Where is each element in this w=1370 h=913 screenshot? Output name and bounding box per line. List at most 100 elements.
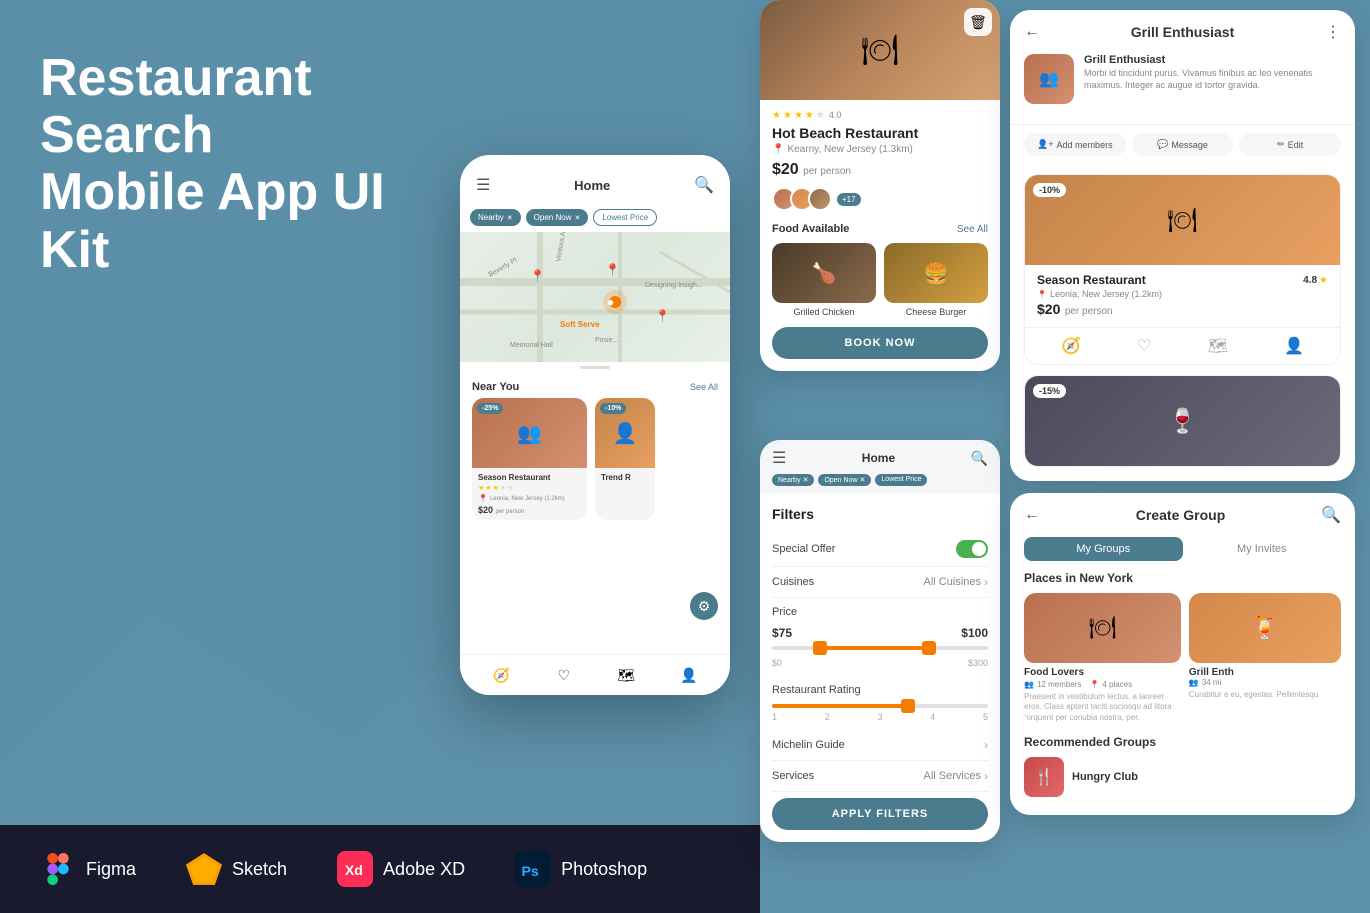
- grill-item-text: Grill Enthusiast Morbi id tincidunt puru…: [1084, 54, 1341, 104]
- food2-name: Cheese Burger: [884, 307, 988, 317]
- grill-panel-header: ← Grill Enthusiast ⋮: [1010, 10, 1355, 54]
- card1-name: Season Restaurant: [478, 473, 581, 482]
- price-thumb-right[interactable]: [922, 641, 936, 655]
- place1-desc: Praesent in vestibulum lectus, a laoreet…: [1024, 692, 1181, 723]
- rating-section: Restaurant Rating 1 2 3 4 5: [772, 676, 988, 730]
- nav-map[interactable]: 🗺: [616, 665, 636, 685]
- sketch-icon: [186, 851, 222, 887]
- search-icon[interactable]: 🔍: [694, 175, 714, 195]
- svg-text:Beverly Pl: Beverly Pl: [488, 257, 519, 279]
- food-section: Food Available See All 🍗 Grilled Chicken: [772, 223, 988, 317]
- lowest-price-filter[interactable]: Lowest Price: [875, 474, 927, 486]
- special-offer-label: Special Offer: [772, 543, 835, 555]
- services-value: All Services ›: [924, 769, 988, 783]
- near-you-see-all[interactable]: See All: [690, 382, 718, 392]
- filters-phone-top: ☰ Home 🔍 Nearby ✕ Open Now ✕ Lowest Pric…: [760, 440, 1000, 494]
- svg-text:Ventura Ave: Ventura Ave: [555, 232, 568, 262]
- nearby-tag[interactable]: Nearby ✕: [470, 209, 521, 226]
- cuisines-row[interactable]: Cuisines All Cuisines ›: [772, 567, 988, 598]
- hamburger-icon: ☰: [476, 175, 490, 195]
- svg-text:Memorial Hall: Memorial Hall: [510, 342, 553, 349]
- price-values: $75 $100: [772, 626, 988, 640]
- place1-meta: 👥 12 members 📍 4 places: [1024, 680, 1181, 689]
- range-labels: $0 $300: [772, 658, 988, 668]
- detail-per-person: per person: [803, 166, 851, 177]
- place1-image: 🍽: [1024, 593, 1181, 663]
- services-label: Services: [772, 770, 814, 782]
- edit-button[interactable]: ✏ Edit: [1239, 133, 1341, 156]
- group-search-icon[interactable]: 🔍: [1321, 505, 1341, 525]
- hero-title: Restaurant SearchMobile App UI Kit: [40, 50, 460, 279]
- trash-icon[interactable]: 🗑: [964, 8, 992, 36]
- grill-more-icon[interactable]: ⋮: [1325, 22, 1341, 42]
- rating-fill: [772, 704, 912, 708]
- apply-filters-button[interactable]: APPLY FILTERS: [772, 798, 988, 830]
- grill-item-desc: Morbi id tincidunt purus. Vivamus finibu…: [1084, 68, 1341, 91]
- filters-search-icon[interactable]: 🔍: [971, 450, 988, 467]
- svg-text:Posie...: Posie...: [595, 337, 618, 344]
- group-header: ← Create Group 🔍: [1010, 493, 1355, 537]
- add-members-button[interactable]: 👤+ Add members: [1024, 133, 1126, 156]
- lowest-price-tag[interactable]: Lowest Price: [593, 209, 657, 226]
- card1-nav-map[interactable]: 🗺: [1208, 336, 1228, 356]
- grill-rest-card2-image: 🍷 -15%: [1025, 376, 1340, 466]
- tab-my-groups[interactable]: My Groups: [1024, 537, 1183, 561]
- svg-text:📍: 📍: [655, 309, 670, 323]
- price-range-fill: [815, 646, 934, 650]
- grill-actions: 👤+ Add members 💬 Message ✏ Edit: [1010, 124, 1355, 164]
- tool-xd: Xd Adobe XD: [337, 851, 465, 887]
- food-grid: 🍗 Grilled Chicken 🍔 Cheese Burger: [772, 243, 988, 317]
- card1-nav-profile[interactable]: 👤: [1284, 336, 1304, 356]
- group-back-icon[interactable]: ←: [1024, 506, 1040, 524]
- detail-restaurant-image: 🍽 🗑: [760, 0, 1000, 100]
- cuisines-value: All Cuisines ›: [924, 575, 988, 589]
- detail-avatars: +17: [772, 187, 988, 211]
- grill-back-icon[interactable]: ←: [1024, 23, 1040, 41]
- rec-item-1: 🍴 Hungry Club: [1024, 757, 1341, 797]
- card2-image: 👤 -10%: [595, 398, 655, 468]
- special-offer-toggle[interactable]: [956, 540, 988, 558]
- food2-image: 🍔: [884, 243, 988, 303]
- figma-icon: [40, 851, 76, 887]
- grill-card1-nav: 🧭 ♡ 🗺 👤: [1025, 327, 1340, 364]
- place2-members: 👥 34 mi: [1189, 678, 1341, 687]
- card2-discount: -10%: [600, 403, 626, 414]
- recommended-title: Recommended Groups: [1024, 735, 1341, 749]
- tool-photoshop: Ps Photoshop: [515, 851, 647, 887]
- nav-favorites[interactable]: ♡: [554, 665, 574, 685]
- rating-nums: 1 2 3 4 5: [772, 712, 988, 722]
- card2-name: Trend R: [601, 473, 649, 482]
- detail-panel-wrapper: 🍽 🗑 ★ ★ ★ ★ ★ 4.0 Hot Beach Restaurant 📍…: [760, 0, 1010, 430]
- svg-text:●: ●: [607, 295, 614, 309]
- detail-location: 📍 Kearny, New Jersey (1.3km): [772, 144, 988, 155]
- michelin-row[interactable]: Michelin Guide ›: [772, 730, 988, 761]
- book-now-button[interactable]: BOOK NOW: [772, 327, 988, 359]
- nav-explore[interactable]: 🧭: [491, 665, 511, 685]
- nearby-filter[interactable]: Nearby ✕: [772, 474, 814, 486]
- grill-panel: ← Grill Enthusiast ⋮ 👥 Grill Enthusiast …: [1010, 10, 1355, 481]
- card1-nav-explore[interactable]: 🧭: [1061, 336, 1081, 356]
- grill-card1-name: Season Restaurant: [1037, 273, 1146, 287]
- open-now-filter[interactable]: Open Now ✕: [818, 474, 871, 486]
- rating-thumb[interactable]: [901, 699, 915, 713]
- nav-profile[interactable]: 👤: [679, 665, 699, 685]
- phone-mockup-container: ☰ Home 🔍 Nearby ✕ Open Now ✕ Lowest Pric…: [460, 155, 730, 695]
- sketch-label: Sketch: [232, 859, 287, 880]
- grill-card1-price: $20 per person: [1037, 301, 1328, 319]
- nearby-card-2: 👤 -10% Trend R: [595, 398, 655, 520]
- open-now-tag[interactable]: Open Now ✕: [526, 209, 589, 226]
- detail-name: Hot Beach Restaurant: [772, 125, 988, 141]
- food-see-all[interactable]: See All: [957, 224, 988, 235]
- card1-nav-heart[interactable]: ♡: [1137, 336, 1151, 356]
- price-thumb-left[interactable]: [813, 641, 827, 655]
- services-row[interactable]: Services All Services ›: [772, 761, 988, 792]
- cuisines-label: Cuisines: [772, 576, 814, 588]
- message-button[interactable]: 💬 Message: [1132, 133, 1234, 156]
- detail-price: $20: [772, 161, 799, 178]
- tab-my-invites[interactable]: My Invites: [1183, 537, 1342, 561]
- michelin-chevron: ›: [984, 738, 988, 752]
- grill-card1-body: Season Restaurant 4.8 ★ 📍 Leonia, New Je…: [1025, 265, 1340, 327]
- grill-rest-card1-image: 🍽 -10%: [1025, 175, 1340, 265]
- filters-title: Filters: [772, 506, 988, 522]
- svg-text:📍: 📍: [605, 263, 620, 277]
